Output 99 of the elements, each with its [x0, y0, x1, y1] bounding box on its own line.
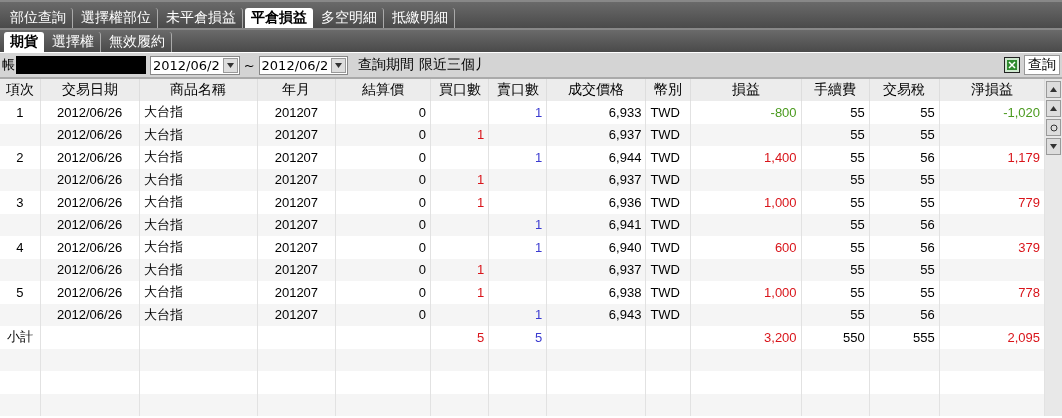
scroll-top-button[interactable] [1046, 81, 1061, 98]
column-header[interactable]: 商品名稱 [139, 79, 258, 101]
column-header[interactable]: 幣別 [645, 79, 691, 101]
item-number: 4 [0, 236, 41, 259]
settlement-price: 0 [335, 236, 431, 259]
fee: 55 [801, 236, 870, 259]
sell-lots: 1 [488, 101, 547, 124]
net-profit-loss: -1,020 [939, 101, 1045, 124]
trade-date: 2012/06/26 [40, 191, 140, 214]
scroll-bottom-button[interactable] [1046, 138, 1061, 155]
column-header[interactable]: 交易稅 [869, 79, 940, 101]
settlement-price: 0 [335, 281, 431, 304]
account-label: 帳 [2, 56, 15, 74]
sell-lots: 1 [488, 236, 547, 259]
fee: 55 [801, 191, 870, 214]
buy-lots: 1 [430, 191, 489, 214]
currency: TWD [645, 191, 691, 214]
trade-price: 6,933 [546, 101, 646, 124]
contract-month: 201207 [257, 281, 336, 304]
column-header[interactable]: 交易日期 [40, 79, 140, 101]
end-date-field[interactable]: 2012/06/2 [258, 55, 349, 75]
profit-loss: 3,200 [690, 326, 802, 349]
fee: 55 [801, 281, 870, 304]
profit-loss: 1,400 [690, 146, 802, 169]
column-header[interactable]: 買口數 [430, 79, 489, 101]
product-name: 大台指 [139, 101, 258, 124]
item-number: 5 [0, 281, 41, 304]
up-icon [1050, 87, 1057, 92]
sub-tab[interactable]: 期貨 [4, 32, 44, 52]
currency: TWD [645, 281, 691, 304]
spreadsheet-icon[interactable] [1004, 57, 1020, 73]
profit-loss: 600 [690, 236, 802, 259]
transaction-tax: 55 [869, 101, 940, 124]
net-profit-loss: 379 [939, 236, 1045, 259]
column-header[interactable]: 項次 [0, 79, 41, 101]
up-icon [1050, 106, 1057, 111]
settlement-price: 0 [335, 101, 431, 124]
down-icon [1050, 144, 1057, 149]
item-number: 2 [0, 146, 41, 169]
trade-price: 6,944 [546, 146, 646, 169]
fee: 55 [801, 146, 870, 169]
currency: TWD [645, 101, 691, 124]
item-number: 1 [0, 101, 41, 124]
item-number: 3 [0, 191, 41, 214]
trade-date: 2012/06/26 [40, 101, 140, 124]
scroll-up-button[interactable] [1046, 100, 1061, 117]
transaction-tax: 56 [869, 146, 940, 169]
profit-loss: -800 [690, 101, 802, 124]
trade-price: 6,940 [546, 236, 646, 259]
sell-lots: 1 [488, 146, 547, 169]
profit-loss: 1,000 [690, 191, 802, 214]
column-header[interactable]: 賣口數 [488, 79, 547, 101]
buy-lots: 5 [430, 326, 489, 349]
query-button[interactable]: 查詢 [1024, 55, 1060, 75]
net-profit-loss: 1,179 [939, 146, 1045, 169]
scroll-thumb[interactable] [1046, 119, 1061, 136]
fee: 550 [801, 326, 870, 349]
transaction-tax: 56 [869, 236, 940, 259]
contract-month: 201207 [257, 191, 336, 214]
trade-date: 2012/06/26 [40, 146, 140, 169]
contract-month: 201207 [257, 236, 336, 259]
product-name: 大台指 [139, 146, 258, 169]
trade-price: 6,938 [546, 281, 646, 304]
period-note: 查詢期間 限近三個丿 [358, 56, 489, 74]
product-name: 大台指 [139, 281, 258, 304]
trade-date: 2012/06/26 [40, 236, 140, 259]
transaction-tax: 555 [869, 326, 940, 349]
column-header[interactable]: 年月 [257, 79, 336, 101]
settlement-price: 0 [335, 146, 431, 169]
transaction-tax: 55 [869, 191, 940, 214]
contract-month: 201207 [257, 146, 336, 169]
sell-lots: 5 [488, 326, 547, 349]
net-profit-loss: 778 [939, 281, 1045, 304]
net-profit-loss: 2,095 [939, 326, 1045, 349]
dropdown-icon [226, 62, 234, 68]
date-separator: ~ [243, 57, 255, 73]
item-number: 小計 [0, 326, 41, 349]
column-header[interactable]: 淨損益 [939, 79, 1045, 101]
buy-lots: 1 [430, 281, 489, 304]
profit-loss: 1,000 [690, 281, 802, 304]
column-header[interactable]: 損益 [690, 79, 802, 101]
column-header[interactable]: 成交價格 [546, 79, 646, 101]
currency: TWD [645, 146, 691, 169]
main-tab[interactable]: 平倉損益 [245, 8, 313, 28]
contract-month: 201207 [257, 101, 336, 124]
product-name: 大台指 [139, 191, 258, 214]
start-date-field[interactable]: 2012/06/2 [150, 55, 240, 75]
currency: TWD [645, 236, 691, 259]
dropdown-icon [335, 62, 343, 68]
transaction-tax: 55 [869, 281, 940, 304]
net-profit-loss: 779 [939, 191, 1045, 214]
settlement-price: 0 [335, 191, 431, 214]
circle-icon [1049, 123, 1058, 132]
column-header[interactable]: 手續費 [801, 79, 870, 101]
product-name: 大台指 [139, 236, 258, 259]
trade-price: 6,936 [546, 191, 646, 214]
trade-date: 2012/06/26 [40, 281, 140, 304]
column-header[interactable]: 結算價 [335, 79, 431, 101]
fee: 55 [801, 101, 870, 124]
